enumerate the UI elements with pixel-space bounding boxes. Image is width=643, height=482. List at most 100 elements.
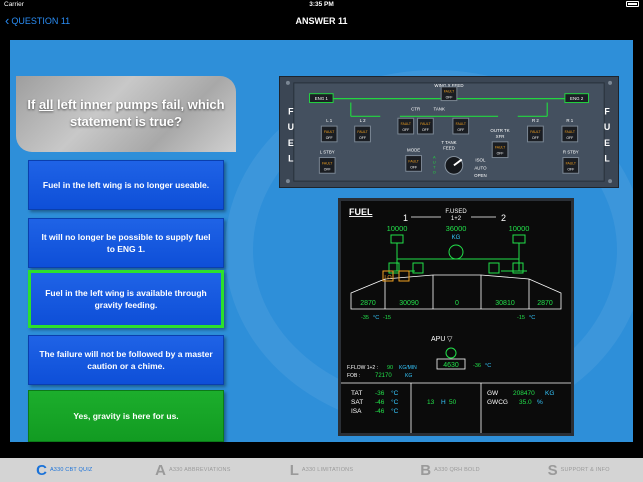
svg-text:L 1: L 1 (326, 118, 333, 123)
svg-text:OPEN: OPEN (474, 173, 487, 178)
svg-text:%: % (537, 399, 543, 406)
fuel-used-total: 36000 (446, 224, 467, 233)
inner-left-qty: 30090 (399, 300, 419, 307)
svg-text:°C: °C (391, 398, 399, 406)
answer-option[interactable]: It will no longer be possible to supply … (28, 218, 224, 268)
svg-text:FEED: FEED (443, 146, 455, 151)
fob-value: 72170 (375, 373, 392, 379)
answer-option[interactable]: The failure will not be followed by a ma… (28, 335, 224, 385)
trim-tank-qty: 4630 (443, 362, 459, 369)
svg-text:T TANK: T TANK (441, 140, 456, 145)
svg-text:OFF: OFF (567, 167, 574, 171)
svg-text:FAULT: FAULT (357, 130, 368, 134)
svg-text:OFF: OFF (532, 136, 539, 140)
svg-text:APU: APU (431, 336, 445, 343)
svg-text:OFF: OFF (497, 152, 504, 156)
question-card: If all left inner pumps fail, which stat… (16, 76, 236, 152)
answer-option[interactable]: Fuel in the left wing is available throu… (28, 270, 224, 328)
svg-text:MODE: MODE (407, 148, 420, 153)
svg-text:R 2: R 2 (532, 118, 539, 123)
sat-value: -46 (375, 399, 385, 406)
svg-text:°C: °C (373, 315, 379, 321)
svg-text:°C: °C (391, 407, 399, 415)
fuel-used-right: 10000 (509, 224, 530, 233)
tab-abbreviations[interactable]: A A330 ABBREVIATIONS (129, 458, 258, 482)
svg-text:-36: -36 (473, 363, 481, 369)
ctr-l-pushbutton[interactable]: FAULT OFF (397, 117, 415, 135)
svg-text:AUTO: AUTO (474, 165, 487, 170)
answer-option[interactable]: Fuel in the left wing is no longer useab… (28, 160, 224, 210)
t-tank-feed-selector[interactable] (444, 156, 464, 175)
tab-label: A330 QRH BOLD (434, 467, 480, 473)
svg-text:ISOL: ISOL (475, 157, 486, 162)
svg-text:GWCG: GWCG (487, 399, 508, 406)
battery-icon (626, 1, 639, 7)
tab-label: SUPPORT & INFO (560, 467, 610, 473)
r-stby-pushbutton[interactable]: FAULT OFF (562, 157, 580, 174)
fuel-used-left: 10000 (387, 224, 408, 233)
nav-bar: ‹ QUESTION 11 ANSWER 11 (0, 10, 643, 32)
r1-pump-pushbutton[interactable]: FAULT OFF (561, 125, 579, 143)
tab-label: A330 ABBREVIATIONS (169, 467, 231, 473)
svg-text:TAT: TAT (351, 390, 362, 397)
svg-text:E: E (604, 138, 610, 148)
svg-text:°C: °C (529, 315, 535, 321)
mode-pushbutton[interactable]: FAULT OFF (405, 155, 422, 172)
answer-option[interactable]: Yes, gravity is here for us. (28, 390, 224, 442)
ctr-r-pushbutton[interactable]: FAULT OFF (417, 117, 434, 135)
svg-text:-15: -15 (383, 315, 391, 321)
svg-text:F: F (604, 106, 610, 116)
svg-text:-15: -15 (517, 315, 525, 321)
l2-pump-pushbutton[interactable]: FAULT OFF (354, 125, 371, 143)
svg-text:R 1: R 1 (566, 118, 573, 123)
svg-text:GW: GW (487, 390, 499, 397)
svg-text:KG: KG (405, 373, 412, 379)
svg-text:F.USED: F.USED (445, 209, 467, 215)
tank-pushbutton[interactable]: FAULT OFF (452, 117, 470, 135)
svg-text:OFF: OFF (324, 167, 331, 171)
svg-text:OFF: OFF (402, 128, 409, 132)
outr-tk-xfr-pushbutton[interactable]: FAULT OFF (491, 141, 509, 159)
tab-qrh-bold[interactable]: B A330 QRH BOLD (386, 458, 515, 482)
status-bar: Carrier 3:35 PM (0, 0, 643, 10)
svg-text:U: U (604, 122, 610, 132)
tab-letter: L (289, 461, 299, 479)
svg-text:OFF: OFF (457, 128, 464, 132)
tab-limitations[interactable]: L A330 LIMITATIONS (257, 458, 386, 482)
tab-label: A330 CBT QUIZ (49, 467, 93, 473)
svg-text:FAULT: FAULT (324, 130, 335, 134)
svg-text:1: 1 (403, 213, 408, 223)
svg-text:KG/MIN: KG/MIN (399, 365, 417, 371)
clock-hours: 13 (427, 399, 435, 406)
lo-warning: LO (384, 275, 392, 281)
svg-text:OFF: OFF (410, 165, 417, 169)
side-label-f: F (288, 106, 294, 116)
svg-text:1+2: 1+2 (451, 216, 462, 222)
tab-letter: A (155, 461, 167, 479)
l1-pump-pushbutton[interactable]: FAULT OFF (320, 125, 338, 143)
svg-text:E: E (288, 138, 294, 148)
tab-support-info[interactable]: S SUPPORT & INFO (514, 458, 643, 482)
r2-pump-pushbutton[interactable]: FAULT OFF (527, 125, 544, 143)
gross-weight: 208470 (513, 390, 535, 397)
svg-text:F.FLOW 1+2 :: F.FLOW 1+2 : (347, 365, 378, 371)
svg-text:OUTR TK: OUTR TK (490, 128, 509, 133)
svg-text:KG: KG (452, 235, 461, 241)
tab-letter: S (547, 461, 558, 479)
ecam-fuel-page: FUEL 1 2 F.USED 1+2 10000 36000 KG 10000 (338, 198, 574, 436)
tab-cbt-quiz[interactable]: C A330 CBT QUIZ (0, 458, 129, 482)
svg-text:▽: ▽ (447, 336, 453, 343)
clock-minutes: 50 (449, 399, 457, 406)
isa-value: -46 (375, 408, 385, 415)
svg-text:H: H (441, 399, 446, 406)
svg-text:ENG 2: ENG 2 (570, 96, 584, 101)
svg-text:FAULT: FAULT (420, 122, 431, 126)
svg-text:OFF: OFF (446, 96, 453, 100)
l-stby-pushbutton[interactable]: FAULT OFF (318, 157, 336, 174)
gwcg-value: 35.0 (519, 399, 532, 406)
svg-text:XFR: XFR (496, 134, 505, 139)
x-feed-pushbutton[interactable]: FAULT OFF (440, 86, 458, 102)
page-title: ANSWER 11 (295, 16, 348, 26)
svg-text:FAULT: FAULT (565, 130, 576, 134)
svg-text:FAULT: FAULT (444, 90, 455, 94)
